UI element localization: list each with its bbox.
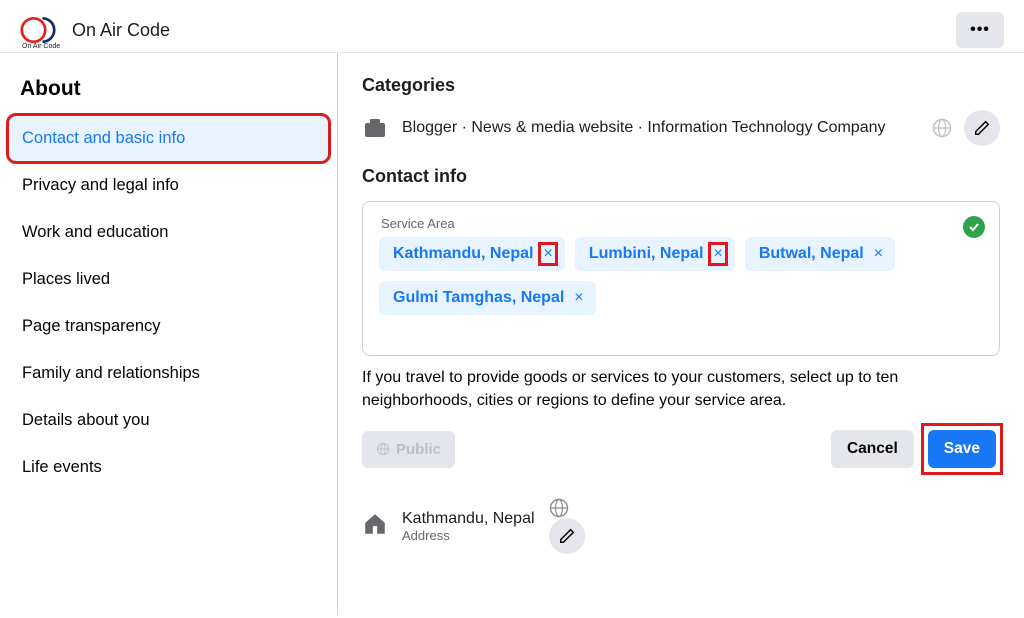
chip-gulmi-tamghas: Gulmi Tamghas, Nepal × [379,281,596,315]
sidebar-item-work-education[interactable]: Work and education [8,209,329,256]
action-buttons: Cancel Save [831,426,1000,472]
service-area-label: Service Area [381,216,985,231]
address-label: Address [402,528,535,543]
edit-categories-button[interactable] [964,110,1000,146]
chip-label: Gulmi Tamghas, Nepal [393,289,564,307]
main-panel: Categories Blogger · News & media websit… [338,53,1024,615]
address-block: Kathmandu, Nepal Address [402,510,535,543]
save-highlight: Save [924,426,1000,472]
valid-check-icon [963,216,985,238]
categories-icon [362,118,388,138]
page-title[interactable]: On Air Code [72,20,170,41]
header-left: On Air Code On Air Code [20,12,170,48]
logo-subtext: On Air Code [22,43,60,50]
visibility-label: Public [396,441,441,458]
categories-text: Blogger · News & media website · Informa… [402,117,918,139]
header: On Air Code On Air Code ••• [0,0,1024,53]
service-area-hint: If you travel to provide goods or servic… [362,366,1000,412]
sidebar-item-page-transparency[interactable]: Page transparency [8,303,329,350]
cancel-button[interactable]: Cancel [831,430,914,468]
action-row: Public Cancel Save [362,426,1000,472]
chip-label: Lumbini, Nepal [589,245,704,263]
sidebar-item-family-relationships[interactable]: Family and relationships [8,350,329,397]
sidebar-item-life-events[interactable]: Life events [8,444,329,491]
chip-remove-icon[interactable]: × [711,245,724,263]
chip-remove-icon[interactable]: × [541,245,554,263]
content: About Contact and basic info Privacy and… [0,53,1024,615]
save-button[interactable]: Save [928,430,996,468]
categories-row: Blogger · News & media website · Informa… [362,110,1000,146]
chip-lumbini: Lumbini, Nepal × [575,237,735,271]
globe-icon [376,442,390,456]
pencil-icon [973,119,991,137]
sidebar-item-places-lived[interactable]: Places lived [8,256,329,303]
pencil-icon [558,527,576,545]
categories-heading: Categories [362,75,1000,96]
sidebar-title: About [8,69,329,115]
globe-icon[interactable] [932,118,952,138]
edit-address-button[interactable] [549,518,585,554]
visibility-selector[interactable]: Public [362,431,455,468]
page-logo[interactable]: On Air Code [20,12,56,48]
chip-kathmandu: Kathmandu, Nepal × [379,237,565,271]
service-area-box: Service Area Kathmandu, Nepal × Lumbini,… [362,201,1000,356]
chip-label: Butwal, Nepal [759,245,864,263]
home-icon [362,511,388,542]
sidebar-item-contact-basic-info[interactable]: Contact and basic info [8,115,329,162]
sidebar-item-privacy-legal[interactable]: Privacy and legal info [8,162,329,209]
globe-icon[interactable] [549,498,569,518]
chip-label: Kathmandu, Nepal [393,245,533,263]
sidebar-item-details-about-you[interactable]: Details about you [8,397,329,444]
chip-remove-icon[interactable]: × [572,289,585,307]
address-row: Kathmandu, Nepal Address [362,498,1000,554]
sidebar: About Contact and basic info Privacy and… [0,53,338,615]
contact-info-heading: Contact info [362,166,1000,187]
categories-actions [932,110,1000,146]
more-options-button[interactable]: ••• [956,12,1004,48]
chip-remove-icon[interactable]: × [872,245,885,263]
service-area-chips[interactable]: Kathmandu, Nepal × Lumbini, Nepal × Butw… [377,237,985,315]
address-value: Kathmandu, Nepal [402,510,535,528]
chip-butwal: Butwal, Nepal × [745,237,895,271]
address-actions [549,498,585,554]
